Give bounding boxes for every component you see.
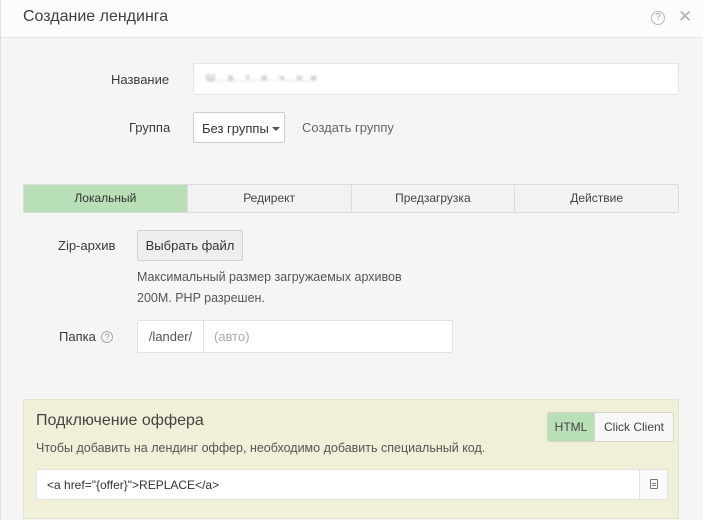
modal-header: Создание лендинга ? ✕	[1, 0, 703, 38]
copy-glyph	[650, 479, 658, 489]
upload-hint-line1: Максимальный размер загружаемых архивов	[137, 270, 402, 284]
tab-action[interactable]: Действие	[515, 185, 678, 212]
create-landing-modal: Создание лендинга ? ✕ Название Ш...а...т…	[0, 0, 703, 520]
group-select[interactable]: Без группы	[193, 112, 285, 143]
offer-mode-html[interactable]: HTML	[548, 413, 594, 441]
choose-file-button[interactable]: Выбрать файл	[137, 230, 243, 261]
name-input-value: Ш...а...т...и...ч...н..и	[206, 73, 318, 84]
create-group-link[interactable]: Создать группу	[302, 120, 394, 135]
modal-title: Создание лендинга	[23, 8, 169, 25]
folder-input-group: /lander/ (авто)	[137, 320, 453, 353]
upload-hint: Максимальный размер загружаемых архивов …	[137, 267, 437, 309]
offer-code: <a href="{offer}">REPLACE</a>	[47, 478, 220, 492]
tab-local[interactable]: Локальный	[24, 185, 188, 212]
copy-icon[interactable]	[639, 470, 667, 499]
name-input[interactable]: Ш...а...т...и...ч...н..и	[193, 63, 679, 95]
offer-panel-title: Подключение оффера	[36, 412, 204, 429]
folder-help-icon[interactable]: ?	[101, 331, 113, 343]
tab-preload[interactable]: Предзагрузка	[352, 185, 516, 212]
folder-prefix: /lander/	[138, 321, 204, 352]
group-label: Группа	[129, 120, 171, 135]
offer-connection-panel: Подключение оффера HTML Click Client Что…	[23, 399, 679, 519]
group-select-value: Без группы	[202, 121, 269, 136]
zip-archive-label: Zip-архив	[58, 238, 116, 253]
offer-description: Чтобы добавить на лендинг оффер, необход…	[36, 441, 486, 455]
offer-code-field[interactable]: <a href="{offer}">REPLACE</a>	[36, 469, 668, 500]
question-circle-icon[interactable]: ?	[651, 11, 665, 25]
offer-mode-toggle: HTML Click Client	[547, 412, 675, 442]
close-icon[interactable]: ✕	[678, 8, 692, 26]
upload-hint-line2: 200M. PHP разрешен.	[137, 291, 265, 305]
name-label: Название	[111, 72, 170, 87]
offer-mode-click-client[interactable]: Click Client	[594, 413, 673, 441]
tab-redirect[interactable]: Редирект	[188, 185, 352, 212]
landing-type-tabs: Локальный Редирект Предзагрузка Действие	[23, 184, 679, 213]
folder-label: Папка	[59, 329, 96, 344]
caret-down-icon	[272, 127, 280, 131]
folder-input[interactable]: (авто)	[214, 321, 250, 352]
